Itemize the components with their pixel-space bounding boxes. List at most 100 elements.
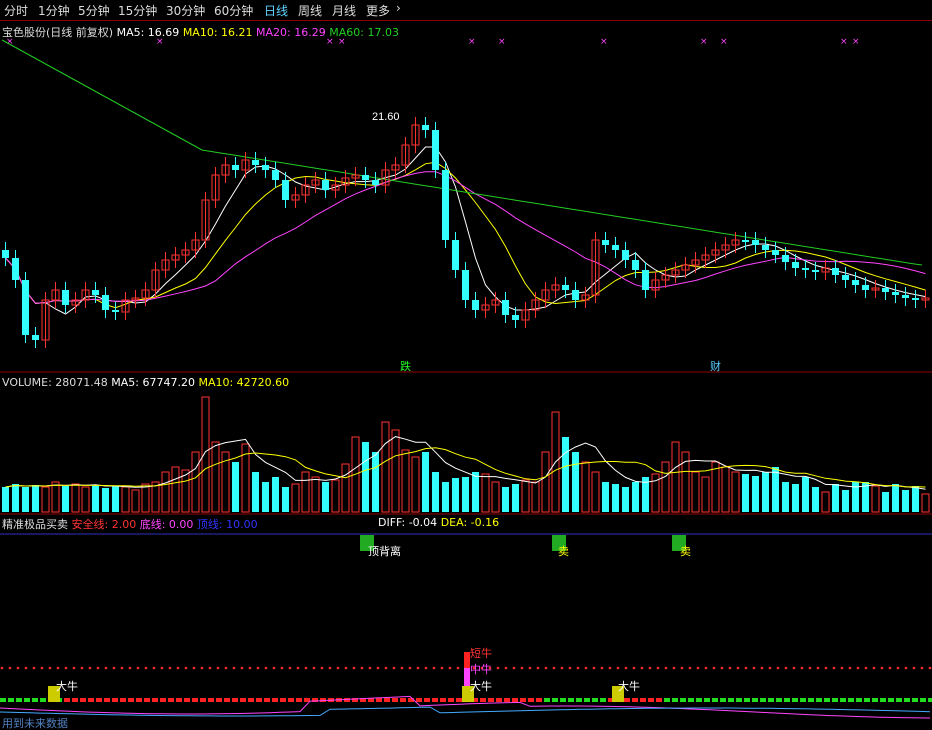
volume-bar — [752, 476, 759, 512]
volume-bar — [362, 442, 369, 512]
event-marker-die[interactable]: 跌 — [400, 359, 411, 373]
baseline-segment — [64, 698, 70, 702]
volume-bar — [531, 481, 540, 513]
baseline-segment — [224, 698, 230, 702]
candle-body — [792, 262, 799, 268]
candle-body — [642, 270, 649, 290]
kline-chart[interactable]: × × × × × × × × × × × 21.60 跌 财 顶背离 卖 卖 大牛 大牛 大牛 中… — [0, 0, 932, 730]
safe-line-dot — [760, 666, 764, 670]
safe-line-dot — [216, 666, 220, 670]
volume-bar — [462, 477, 469, 512]
baseline-segment — [696, 698, 702, 702]
candle-body — [232, 165, 239, 170]
safe-line-dot — [168, 666, 172, 670]
baseline-segment — [160, 698, 166, 702]
volume-bar — [882, 492, 889, 512]
future-data-note: 用到未来数据 — [2, 716, 68, 730]
safe-line-dot — [224, 666, 228, 670]
baseline-segment — [680, 698, 686, 702]
safe-line-dot — [24, 666, 28, 670]
volume-bar — [602, 482, 609, 512]
volume-bar — [301, 471, 310, 513]
candle-body — [362, 175, 369, 180]
volume-bar — [612, 484, 619, 512]
safe-line-dot — [704, 666, 708, 670]
volume-bar — [671, 441, 680, 513]
event-marker-cai[interactable]: 财 — [710, 359, 721, 373]
volume-bar — [892, 484, 899, 512]
safe-line-dot — [128, 666, 132, 670]
baseline-segment — [104, 698, 110, 702]
baseline-segment — [296, 698, 302, 702]
safe-line-dot — [888, 666, 892, 670]
safe-line-dot — [608, 666, 612, 670]
volume-bar — [341, 463, 350, 513]
volume-bar — [842, 490, 849, 512]
safe-line-dot — [408, 666, 412, 670]
baseline-segment — [688, 698, 694, 702]
candle-body — [852, 280, 859, 285]
volume-bar — [131, 489, 140, 513]
volume-bar — [191, 451, 200, 513]
safe-line-dot — [696, 666, 700, 670]
baseline-segment — [208, 698, 214, 702]
candle-body — [572, 290, 579, 300]
safe-line-dot — [736, 666, 740, 670]
baseline-segment — [712, 698, 718, 702]
volume-bar — [92, 485, 99, 512]
baseline-segment — [416, 698, 422, 702]
candle-body — [632, 260, 639, 270]
baseline-segment — [888, 698, 894, 702]
safe-line-dot — [360, 666, 364, 670]
baseline-segment — [216, 698, 222, 702]
safe-line-dot — [80, 666, 84, 670]
baseline-segment — [880, 698, 886, 702]
baseline-segment — [912, 698, 918, 702]
volume-bar — [211, 441, 220, 513]
candle-body — [102, 295, 109, 310]
volume-bar — [591, 471, 600, 513]
baseline-segment — [240, 698, 246, 702]
baseline-segment — [512, 698, 518, 702]
safe-line-dot — [344, 666, 348, 670]
baseline-segment — [848, 698, 854, 702]
safe-line-dot — [0, 666, 4, 670]
safe-line-dot — [184, 666, 188, 670]
baseline-segment — [136, 698, 142, 702]
baseline-segment — [24, 698, 30, 702]
candle-body — [742, 240, 749, 242]
baseline-segment — [856, 698, 862, 702]
volume-bar — [902, 490, 909, 512]
safe-line-dot — [112, 666, 116, 670]
safe-line-dot — [784, 666, 788, 670]
safe-line-dot — [144, 666, 148, 670]
volume-bar — [112, 486, 119, 512]
safe-line-dot — [864, 666, 868, 670]
safe-line-dot — [296, 666, 300, 670]
safe-line-dot — [512, 666, 516, 670]
safe-line-dot — [640, 666, 644, 670]
baseline-segment — [864, 698, 870, 702]
baseline-segment — [576, 698, 582, 702]
safe-line-dot — [440, 666, 444, 670]
baseline-segment — [824, 698, 830, 702]
candle-body — [452, 240, 459, 270]
safe-line-dot — [792, 666, 796, 670]
bull-label-2: 大牛 — [470, 679, 492, 693]
volume-bar — [502, 487, 509, 512]
baseline-segment — [664, 698, 670, 702]
volume-bar — [331, 479, 340, 513]
safe-line-dot — [96, 666, 100, 670]
safe-line-dot — [816, 666, 820, 670]
safe-line-dot — [912, 666, 916, 670]
safe-line-dot — [88, 666, 92, 670]
volume-bar — [452, 478, 459, 512]
baseline-segment — [96, 698, 102, 702]
baseline-segment — [816, 698, 822, 702]
safe-line-dot — [776, 666, 780, 670]
volume-bar — [521, 479, 530, 513]
volume-bar — [81, 486, 90, 513]
safe-line-dot — [160, 666, 164, 670]
safe-line-dot — [632, 666, 636, 670]
baseline-segment — [168, 698, 174, 702]
